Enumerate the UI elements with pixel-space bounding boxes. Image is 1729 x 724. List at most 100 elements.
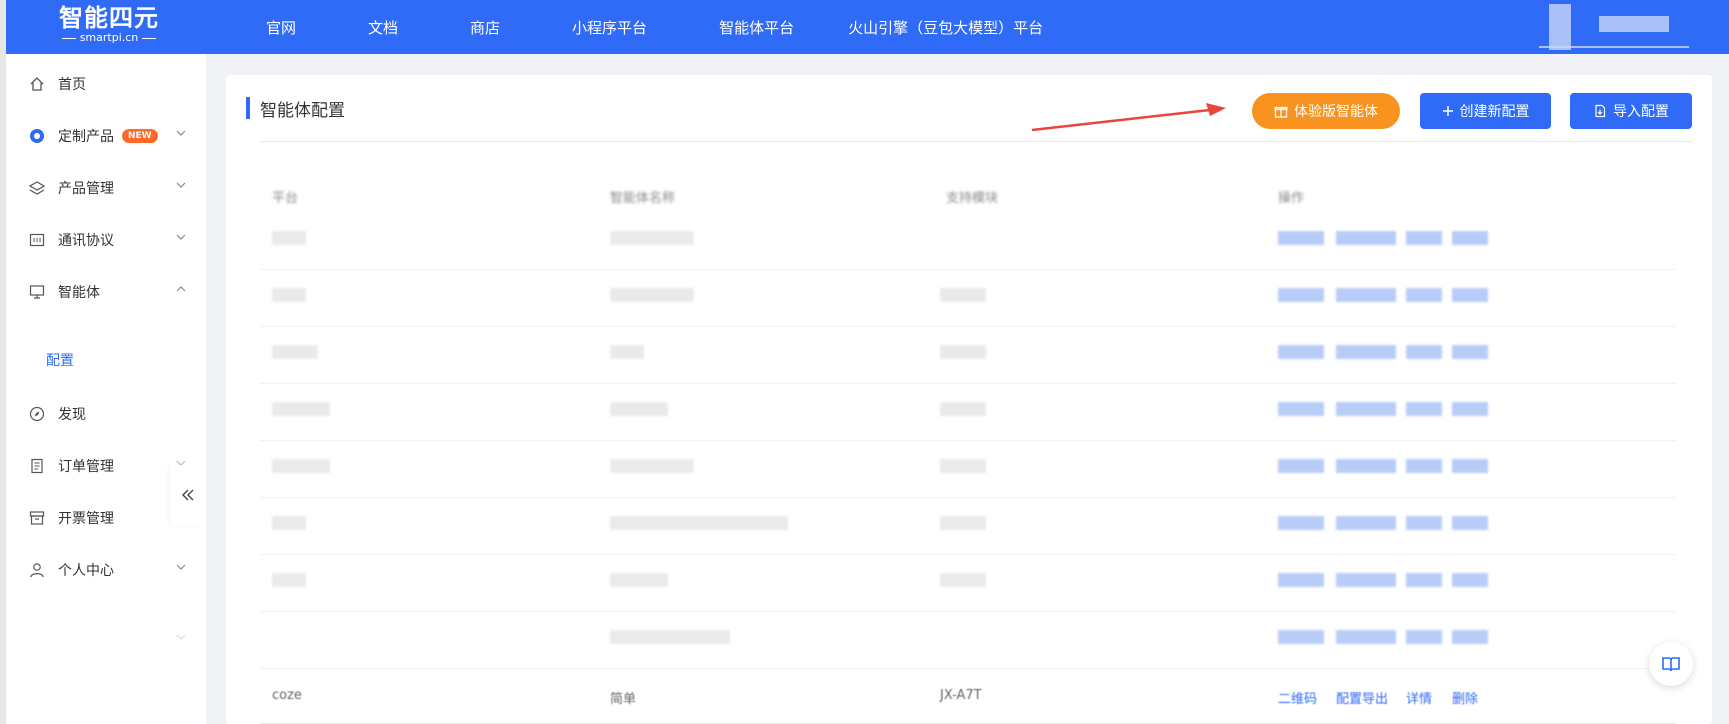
table-row[interactable] [260,327,1676,384]
op-export[interactable] [1336,630,1396,644]
import-file-icon [1595,104,1606,118]
op-delete[interactable] [1452,516,1488,530]
sidebar-collapse-button[interactable] [170,465,206,525]
op-detail[interactable] [1406,345,1442,359]
nav-miniprogram[interactable]: 小程序平台 [572,17,647,38]
table-row[interactable] [260,555,1676,612]
op-detail[interactable] [1406,231,1442,245]
op-export[interactable] [1336,516,1396,530]
op-qrcode[interactable] [1278,231,1324,245]
nav-store[interactable]: 商店 [470,17,500,38]
op-detail[interactable] [1406,459,1442,473]
op-detail[interactable]: 详情 [1406,688,1432,707]
top-navigation-bar: 智能四元 smartpi.cn 官网 文档 商店 小程序平台 智能体平台 火山引… [6,0,1729,54]
op-export[interactable] [1336,402,1396,416]
user-avatar-blur [1549,4,1571,50]
cell-name [610,231,694,245]
sidebar-item-label: 首页 [58,77,86,93]
cell-name: 简单 [610,692,637,707]
op-detail[interactable] [1406,288,1442,302]
nav-docs[interactable]: 文档 [368,17,398,38]
trial-agent-button[interactable]: 体验版智能体 [1252,93,1400,129]
cell-name [610,402,668,416]
table-row[interactable] [260,441,1676,498]
table-row[interactable]: coze 简单 JX-A7T 二维码 配置导出 详情 删除 [260,678,1676,724]
logo-line-left [61,37,76,39]
logo-sub: smartpi.cn [54,32,164,44]
op-detail[interactable] [1406,516,1442,530]
op-delete[interactable] [1452,402,1488,416]
op-delete[interactable] [1452,345,1488,359]
op-detail[interactable] [1406,630,1442,644]
op-detail[interactable] [1406,402,1442,416]
op-qrcode[interactable] [1278,630,1324,644]
table-row[interactable] [260,498,1676,555]
op-export[interactable] [1336,231,1396,245]
help-book-button[interactable] [1649,642,1693,686]
sidebar-item-label: 发现 [58,407,86,423]
create-config-label: 创建新配置 [1459,103,1530,119]
home-icon [28,75,46,93]
monitor-icon [28,283,46,301]
new-badge: NEW [122,129,158,143]
op-delete[interactable] [1452,573,1488,587]
table-row[interactable] [260,270,1676,327]
sidebar-subitem-config[interactable]: 配置 [46,350,74,370]
page-title: 智能体配置 [260,101,345,121]
nav-official-site[interactable]: 官网 [266,17,296,38]
nav-volcengine[interactable]: 火山引擎（豆包大模型）平台 [848,17,1043,38]
op-delete[interactable] [1452,630,1488,644]
op-export[interactable] [1336,459,1396,473]
order-icon [28,457,46,475]
chevron-down-icon [176,634,186,640]
sidebar-item-profile[interactable]: 个人中心 [6,550,206,590]
op-qrcode[interactable] [1278,402,1324,416]
sidebar-item-home[interactable]: 首页 [6,64,206,104]
op-delete[interactable] [1452,231,1488,245]
compass-icon [28,405,46,423]
op-qrcode[interactable]: 二维码 [1278,688,1317,707]
nav-agent-platform[interactable]: 智能体平台 [719,17,794,38]
sidebar-item-discover[interactable]: 发现 [6,394,206,434]
title-divider [260,141,1692,142]
logo[interactable]: 智能四元 smartpi.cn [54,4,164,48]
cell-module [940,288,986,302]
op-delete[interactable] [1452,288,1488,302]
op-export[interactable] [1336,573,1396,587]
op-export[interactable]: 配置导出 [1336,688,1388,707]
sidebar-item-product-management[interactable]: 产品管理 [6,168,206,208]
cell-module [940,459,986,473]
sidebar-item-agent[interactable]: 智能体 [6,272,206,312]
cell-platform [272,402,330,416]
layers-icon [28,179,46,197]
plus-icon [1442,106,1453,116]
main-card: 智能体配置 体验版智能体 创建新配置 导入配置 平台 智能体名称 支持模块 操作 [226,75,1712,724]
table-row[interactable] [260,213,1676,270]
op-detail[interactable] [1406,573,1442,587]
cell-name [610,630,730,644]
custom-product-icon [28,127,46,145]
sidebar-item-custom-product[interactable]: 定制产品 NEW [6,116,206,156]
cell-name [610,459,694,473]
sidebar-item-label: 产品管理 [58,181,114,197]
chevron-down-icon [176,182,186,188]
import-config-button[interactable]: 导入配置 [1570,93,1692,129]
logo-line-right [142,37,157,39]
op-delete[interactable]: 删除 [1452,688,1478,707]
logo-name: 智能四元 [59,4,159,32]
op-qrcode[interactable] [1278,573,1324,587]
header-actions: 操作 [1278,191,1305,206]
op-qrcode[interactable] [1278,459,1324,473]
op-qrcode[interactable] [1278,516,1324,530]
op-qrcode[interactable] [1278,288,1324,302]
op-export[interactable] [1336,288,1396,302]
op-export[interactable] [1336,345,1396,359]
chevron-up-icon [176,286,186,292]
user-area-blurred[interactable] [1539,4,1689,50]
create-config-button[interactable]: 创建新配置 [1420,93,1551,129]
op-qrcode[interactable] [1278,345,1324,359]
table-row[interactable] [260,384,1676,441]
op-delete[interactable] [1452,459,1488,473]
sidebar-item-protocol[interactable]: 通讯协议 [6,220,206,260]
table-row[interactable] [260,612,1676,669]
